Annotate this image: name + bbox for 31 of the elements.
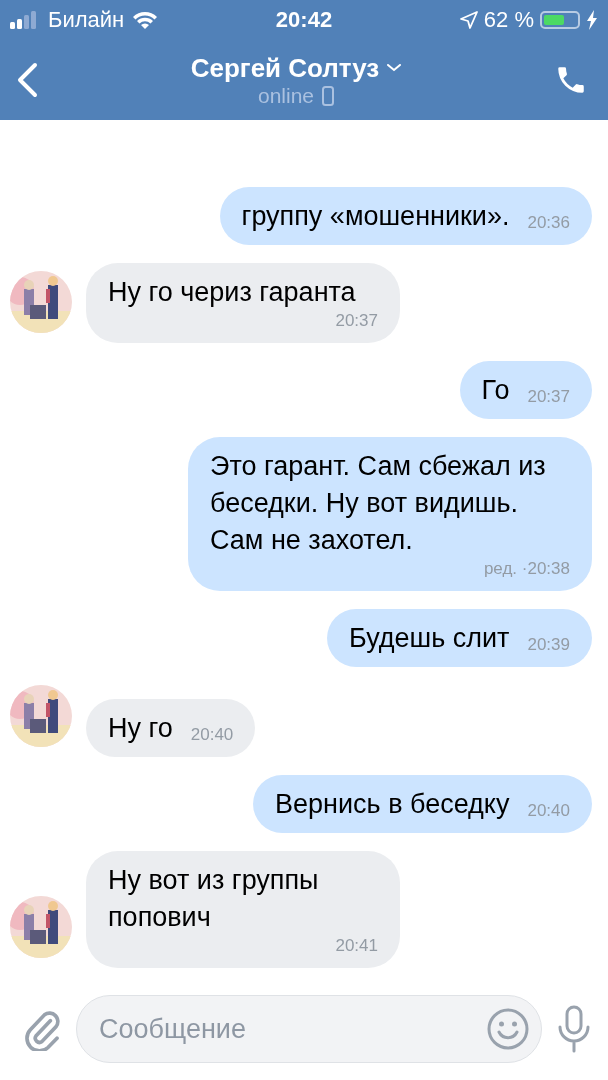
message-text: Ну го <box>108 712 173 745</box>
battery-percent: 62 % <box>483 7 534 33</box>
chevron-icon[interactable] <box>387 64 402 72</box>
charging-icon <box>586 10 598 30</box>
message-time: 20:40 <box>189 725 234 745</box>
message-time: 20:37 <box>334 311 378 331</box>
message-text: Будешь слит <box>349 622 510 655</box>
message-field[interactable]: Сообщение <box>76 995 542 1063</box>
battery-icon <box>540 11 580 29</box>
message-time: 20:36 <box>526 213 570 233</box>
online-status: online <box>257 83 315 108</box>
message-time: 20:40 <box>526 801 570 821</box>
phone-device-icon <box>322 85 335 106</box>
status-time: 20:42 <box>275 7 333 33</box>
message-time: 20:41 <box>334 936 378 956</box>
contact-name[interactable]: Сергей Солтуз <box>190 52 380 84</box>
message-text: Го <box>481 374 510 407</box>
message-text: Вернись в беседку <box>275 788 510 821</box>
message-time: 20:37 <box>526 387 570 407</box>
message-text: группу «мошенники». <box>241 200 510 233</box>
message-text: Ну вот из группы попович <box>108 864 320 934</box>
message-text: Ну го чериз гаранта <box>108 276 356 309</box>
microphone-icon[interactable] <box>556 1005 592 1053</box>
message-text: Это гарант. Сам сбежал из беседки. Ну вот видишь. Сам не захотел. <box>210 450 547 557</box>
message-time: ред. ·20:38 <box>482 559 570 579</box>
wifi-icon <box>132 11 159 29</box>
location-icon <box>459 11 478 29</box>
back-icon[interactable] <box>16 62 38 98</box>
smiley-icon[interactable] <box>486 1007 530 1051</box>
message-time: 20:39 <box>526 635 570 655</box>
carrier-name: Билайн <box>48 7 125 33</box>
